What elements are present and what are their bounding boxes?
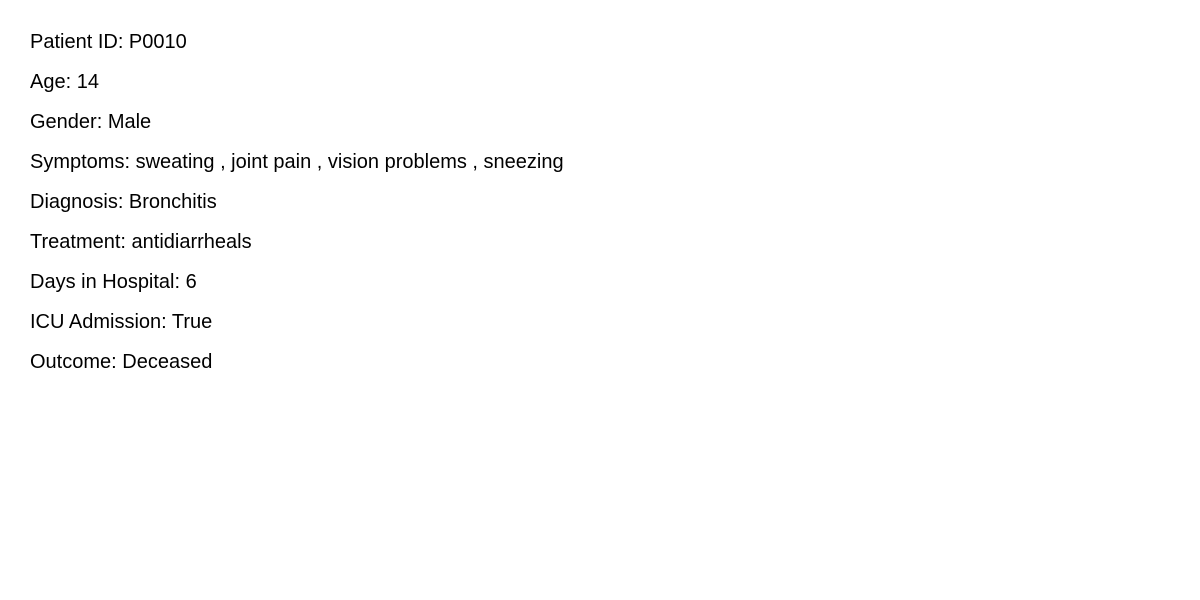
age-field: Age: 14	[30, 71, 99, 93]
treatment-field: Treatment: antidiarrheals	[30, 231, 252, 253]
patient-id-field: Patient ID: P0010	[30, 31, 187, 53]
symptoms-field: Symptoms: sweating , joint pain , vision…	[30, 151, 564, 173]
icu-admission-field: ICU Admission: True	[30, 311, 213, 333]
patient-record: Patient ID: P0010 Age: 14 Gender: Male S…	[30, 30, 1170, 390]
diagnosis-field: Diagnosis: Bronchitis	[30, 191, 217, 213]
gender-field: Gender: Male	[30, 111, 152, 133]
days-in-hospital-field: Days in Hospital: 6	[30, 271, 197, 293]
outcome-field: Outcome: Deceased	[30, 351, 213, 373]
